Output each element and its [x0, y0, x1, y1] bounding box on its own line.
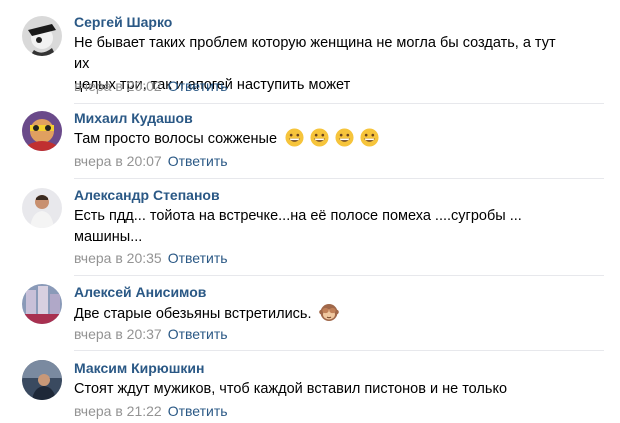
comment-author[interactable]: Алексей Анисимов — [74, 284, 206, 300]
reply-button[interactable]: Ответить — [168, 78, 228, 94]
comment-time[interactable]: вчера в 20:35 — [74, 250, 162, 266]
comment-author[interactable]: Сергей Шарко — [74, 14, 172, 30]
avatar[interactable] — [22, 284, 62, 324]
comments-list: Сергей Шарко Не бывает таких проблем кот… — [0, 0, 620, 423]
comment-author[interactable]: Максим Кирюшкин — [74, 360, 204, 376]
comment-meta: вчера в 20:37 Ответить — [74, 326, 228, 342]
comment-meta: вчера в 21:22 Ответить — [74, 403, 228, 419]
comment-meta: вчера в 20:35 Ответить — [74, 250, 228, 266]
comment-time[interactable]: вчера в 20:02 — [74, 78, 162, 94]
avatar[interactable] — [22, 111, 62, 151]
divider — [74, 350, 604, 351]
comment-text-line: Там просто волосы сожженые — [74, 131, 278, 147]
reply-button[interactable]: Ответить — [168, 326, 228, 342]
comment-text-line: машины... — [74, 229, 143, 245]
comment-text-line: Две старые обезьяны встретились. — [74, 306, 312, 322]
comment-text-line: Не бывает таких проблем которую женщина … — [74, 35, 556, 72]
comment-author[interactable]: Михаил Кудашов — [74, 110, 193, 126]
avatar[interactable] — [22, 360, 62, 400]
comment-text-line: Есть пдд... тойота на встречке...на её п… — [74, 208, 522, 224]
reply-button[interactable]: Ответить — [168, 250, 228, 266]
comment-text: Есть пдд... тойота на встречке...на её п… — [74, 206, 554, 248]
comment-time[interactable]: вчера в 20:37 — [74, 326, 162, 342]
comment-meta: вчера в 20:07 Ответить — [74, 153, 228, 169]
divider — [74, 178, 604, 179]
comment-time[interactable]: вчера в 21:22 — [74, 403, 162, 419]
comment-time[interactable]: вчера в 20:07 — [74, 153, 162, 169]
see-no-evil-monkey-icon — [318, 304, 341, 322]
comment-text: Там просто волосы сожженые — [74, 128, 554, 150]
avatar[interactable] — [22, 16, 62, 56]
comment-meta: вчера в 20:02 Ответить — [74, 78, 228, 94]
comment-text: Две старые обезьяны встретились. — [74, 302, 554, 325]
grinning-face-icon — [285, 128, 381, 147]
avatar[interactable] — [22, 188, 62, 228]
reply-button[interactable]: Ответить — [168, 403, 228, 419]
divider — [74, 103, 604, 104]
reply-button[interactable]: Ответить — [168, 153, 228, 169]
comment-text-line: Стоят ждут мужиков, чтоб каждой вставил … — [74, 381, 508, 397]
comment-text: Стоят ждут мужиков, чтоб каждой вставил … — [74, 379, 554, 400]
comment-author[interactable]: Александр Степанов — [74, 187, 220, 203]
divider — [74, 275, 604, 276]
